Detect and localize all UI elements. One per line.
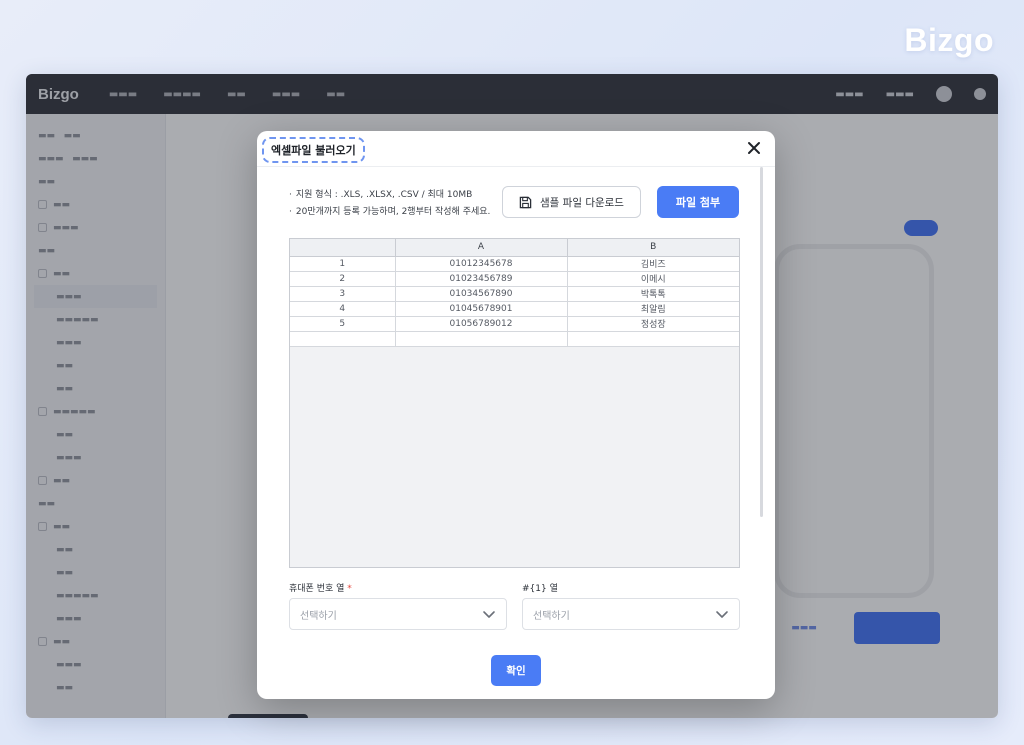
attach-file-button[interactable]: 파일 첨부 <box>657 186 739 218</box>
sheet-header-row: A B <box>290 239 739 257</box>
var-column-select[interactable]: 선택하기 <box>522 598 740 630</box>
phone-column-label: 휴대폰 번호 열 * <box>289 581 352 594</box>
save-icon <box>519 196 532 208</box>
phone-cell: 01034567890 <box>395 286 568 302</box>
phone-cell <box>395 331 568 347</box>
phone-cell: 01012345678 <box>395 256 568 272</box>
sample-download-button[interactable]: 샘플 파일 다운로드 <box>502 186 641 218</box>
upload-info-list: 지원 형식 : .XLS, .XLSX, .CSV / 최대 10MB 20만개… <box>289 187 491 221</box>
required-mark: * <box>347 584 352 594</box>
confirm-button[interactable]: 확인 <box>491 655 541 686</box>
row-number: 4 <box>290 301 396 317</box>
modal-title: 엑셀파일 불러오기 <box>262 137 365 163</box>
phone-column-label-text: 휴대폰 번호 열 <box>289 584 345 594</box>
row-number: 5 <box>290 316 396 332</box>
excel-import-modal: 엑셀파일 불러오기 지원 형식 : .XLS, .XLSX, .CSV / 최대… <box>257 131 775 699</box>
close-icon[interactable] <box>747 141 761 155</box>
phone-column-select[interactable]: 선택하기 <box>289 598 507 630</box>
info-line-limit: 20만개까지 등록 가능하며, 2행부터 작성해 주세요. <box>289 204 491 221</box>
row-number: 1 <box>290 256 396 272</box>
table-row: 4 01045678901 최알림 <box>290 301 739 317</box>
name-cell <box>567 331 739 347</box>
name-cell: 박톡톡 <box>567 286 739 302</box>
table-row: 3 01034567890 박톡톡 <box>290 286 739 302</box>
phone-cell: 01023456789 <box>395 271 568 287</box>
sheet-corner-header <box>290 239 396 257</box>
table-row: 2 01023456789 이메시 <box>290 271 739 287</box>
info-line-format: 지원 형식 : .XLS, .XLSX, .CSV / 최대 10MB <box>289 187 490 204</box>
sheet-column-header: A <box>395 239 568 257</box>
bizgo-brand-logo: Bizgo <box>904 22 994 58</box>
name-cell: 김비즈 <box>567 256 739 272</box>
row-number: 3 <box>290 286 396 302</box>
modal-scrollbar[interactable] <box>760 167 763 517</box>
sheet-column-header: B <box>567 239 739 257</box>
row-number: 2 <box>290 271 396 287</box>
name-cell: 정성장 <box>567 316 739 332</box>
table-row: 5 01056789012 정성장 <box>290 316 739 332</box>
phone-cell: 01056789012 <box>395 316 568 332</box>
var-column-placeholder: 선택하기 <box>533 610 570 622</box>
table-row <box>290 331 739 347</box>
row-number <box>290 331 396 347</box>
modal-header: 엑셀파일 불러오기 <box>257 131 775 167</box>
chevron-down-icon <box>483 611 495 618</box>
name-cell: 최알림 <box>567 301 739 317</box>
sample-download-label: 샘플 파일 다운로드 <box>540 196 624 209</box>
table-row: 1 01012345678 김비즈 <box>290 256 739 272</box>
phone-cell: 01045678901 <box>395 301 568 317</box>
var-column-label: #{1} 열 <box>522 584 558 594</box>
name-cell: 이메시 <box>567 271 739 287</box>
chevron-down-icon <box>716 611 728 618</box>
excel-preview-sheet: A B 1 01012345678 김비즈 2 01023456789 이메시 … <box>289 238 740 568</box>
phone-column-placeholder: 선택하기 <box>300 610 337 622</box>
